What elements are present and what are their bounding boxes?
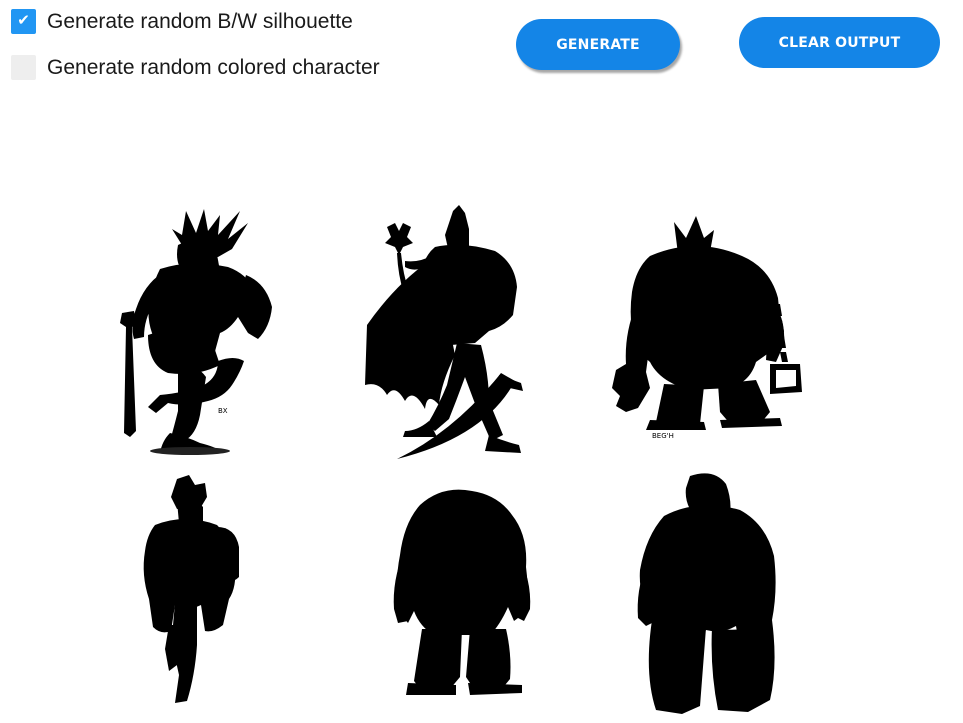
silhouette-armored-female-warrior xyxy=(135,475,245,707)
bw-silhouette-option[interactable]: ✔ Generate random B/W silhouette xyxy=(11,9,353,34)
colored-character-label: Generate random colored character xyxy=(47,55,380,79)
silhouette-hairy-beast xyxy=(390,485,535,700)
generate-button[interactable]: GENERATE xyxy=(516,19,680,70)
bw-silhouette-checkbox[interactable]: ✔ xyxy=(11,9,36,34)
clear-output-button[interactable]: CLEAR OUTPUT xyxy=(739,17,940,68)
colored-character-option[interactable]: Generate random colored character xyxy=(11,55,380,80)
silhouette-hulking-hooded-giant xyxy=(636,470,781,720)
signature-mark: BEG'H xyxy=(652,432,674,440)
colored-character-checkbox[interactable] xyxy=(11,55,36,80)
signature-mark: BX xyxy=(218,407,228,415)
output-area: BX BEG'H xyxy=(0,0,963,723)
silhouette-reptile-warrior-with-sword: BX xyxy=(108,205,278,460)
silhouette-caped-knight-with-staff-and-scythe xyxy=(365,205,535,465)
checkmark-icon: ✔ xyxy=(17,11,30,29)
bw-silhouette-label: Generate random B/W silhouette xyxy=(47,9,353,33)
silhouette-armored-brute-with-chain: BEG'H xyxy=(610,212,810,447)
